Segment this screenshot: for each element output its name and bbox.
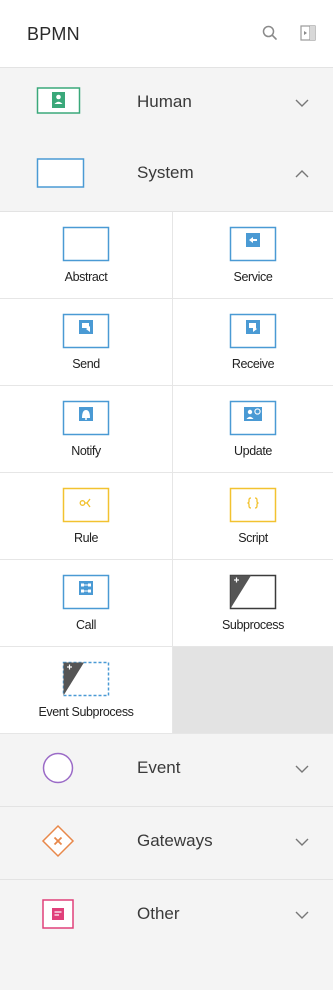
palette-item-label: Receive (231, 357, 275, 371)
palette-item-receive[interactable]: Receive (173, 299, 333, 386)
abstract-task-icon (62, 226, 110, 262)
palette-item-call[interactable]: Call (0, 560, 173, 647)
event-subprocess-icon (62, 661, 110, 697)
category-event[interactable]: Event (0, 734, 333, 807)
category-gateways-label: Gateways (137, 831, 213, 850)
category-gateways[interactable]: Gateways (0, 807, 333, 880)
chevron-down-icon (294, 836, 310, 848)
palette-item-label: Update (234, 444, 272, 458)
category-system[interactable]: System (0, 139, 333, 212)
palette-header: BPMN (0, 0, 333, 68)
palette-item-label: Service (233, 270, 273, 284)
palette-item-label: Call (76, 618, 96, 632)
chevron-down-icon (294, 97, 310, 109)
bpmn-palette: BPMN Human System Abstract Service Send … (0, 0, 333, 990)
gateway-diamond-icon (36, 821, 86, 861)
rule-task-icon (62, 487, 110, 523)
palette-item-subprocess[interactable]: Subprocess (173, 560, 333, 647)
palette-item-label: Rule (73, 531, 99, 545)
receive-task-icon (229, 313, 277, 349)
category-other-label: Other (137, 904, 180, 923)
palette-item-label: Event Subprocess (38, 705, 134, 719)
empty-grid-cell (173, 647, 333, 734)
palette-item-notify[interactable]: Notify (0, 386, 173, 473)
palette-item-send[interactable]: Send (0, 299, 173, 386)
palette-item-service[interactable]: Service (173, 212, 333, 299)
category-event-label: Event (137, 758, 181, 777)
palette-item-label: Send (72, 357, 100, 371)
call-activity-icon (62, 574, 110, 610)
category-human-label: Human (137, 92, 192, 111)
palette-item-abstract[interactable]: Abstract (0, 212, 173, 299)
search-icon[interactable] (259, 22, 281, 44)
update-task-icon (229, 400, 277, 436)
send-task-icon (62, 313, 110, 349)
subprocess-icon (229, 574, 277, 610)
system-task-icon (36, 153, 86, 193)
palette-item-label: Script (238, 531, 268, 545)
notify-task-icon (62, 400, 110, 436)
palette-title: BPMN (27, 24, 80, 44)
service-task-icon (229, 226, 277, 262)
palette-item-label: Subprocess (221, 618, 284, 632)
chevron-up-icon (294, 168, 310, 180)
palette-item-update[interactable]: Update (173, 386, 333, 473)
category-human[interactable]: Human (0, 68, 333, 141)
script-task-icon (229, 487, 277, 523)
system-items-grid: Abstract Service Send Receive Notify Upd… (0, 212, 333, 734)
category-other[interactable]: Other (0, 880, 333, 953)
human-task-icon (36, 82, 86, 122)
palette-item-event-subprocess[interactable]: Event Subprocess (0, 647, 173, 734)
palette-item-label: Abstract (64, 270, 108, 284)
palette-item-label: Notify (71, 444, 101, 458)
other-note-icon (36, 894, 86, 934)
chevron-down-icon (294, 763, 310, 775)
palette-item-script[interactable]: Script (173, 473, 333, 560)
category-system-label: System (137, 163, 194, 182)
chevron-down-icon (294, 909, 310, 921)
event-circle-icon (36, 748, 86, 788)
collapse-panel-icon[interactable] (297, 22, 319, 44)
palette-item-rule[interactable]: Rule (0, 473, 173, 560)
